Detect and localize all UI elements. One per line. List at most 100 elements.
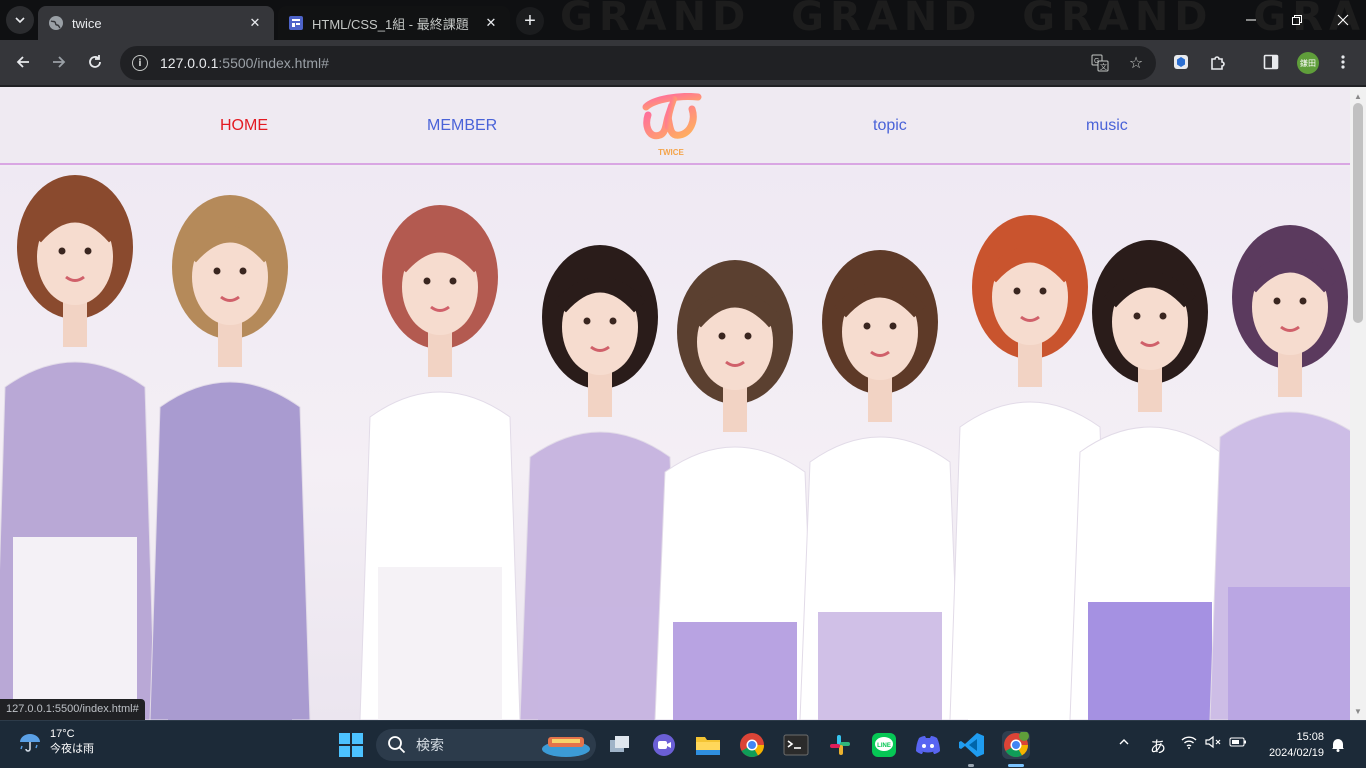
discord-icon[interactable]	[914, 731, 942, 759]
member-skirt	[378, 567, 502, 720]
nav-link-member[interactable]: MEMBER	[427, 117, 497, 135]
close-tab-icon[interactable]: ✕	[246, 14, 264, 32]
member-skirt	[673, 622, 797, 720]
tab-title: HTML/CSS_1組 - 最終課題	[312, 16, 469, 32]
member-skirt	[1228, 587, 1350, 720]
system-clock[interactable]: 15:08 2024/02/19	[1258, 729, 1324, 761]
notification-bell-icon[interactable]	[1331, 737, 1345, 755]
member-eye	[1013, 287, 1021, 295]
member-eye	[1133, 312, 1141, 320]
member-eye	[718, 332, 726, 340]
nav-link-topic[interactable]: topic	[873, 117, 907, 135]
logo-wordmark: TWICE	[658, 148, 684, 157]
weather-widget[interactable]: 17°C 今夜は雨	[18, 727, 94, 757]
search-highlight-illustration-icon	[542, 737, 590, 757]
umbrella-rain-icon	[20, 734, 40, 752]
terminal-icon[interactable]	[782, 731, 810, 759]
wifi-icon[interactable]	[1181, 735, 1197, 752]
side-panel-button[interactable]	[1256, 47, 1286, 77]
more-vertical-icon	[1341, 55, 1345, 69]
member-eye	[863, 322, 871, 330]
taskbar-search[interactable]: 検索	[376, 729, 596, 761]
clock-time: 15:08	[1296, 731, 1324, 743]
weather-description: 今夜は雨	[50, 743, 94, 755]
active-indicator	[1008, 764, 1024, 767]
extension-hex-icon	[1174, 55, 1188, 69]
extension-button[interactable]	[1166, 47, 1196, 77]
translate-icon[interactable]: G文	[1090, 53, 1110, 73]
scroll-down-arrow[interactable]: ▼	[1350, 704, 1366, 718]
reload-icon	[89, 55, 101, 68]
tab-html-css[interactable]: HTML/CSS_1組 - 最終課題 ✕	[278, 6, 510, 40]
chrome-active-window-icon[interactable]	[1002, 731, 1030, 759]
member-eye	[744, 332, 752, 340]
svg-text:文: 文	[1100, 62, 1107, 71]
minimize-icon	[1246, 19, 1256, 21]
address-bar[interactable]: i 127.0.0.1:5500/index.html# G文 ☆	[120, 46, 1156, 80]
svg-text:LINE: LINE	[877, 743, 891, 749]
member-skirt	[1088, 602, 1212, 720]
nav-link-home[interactable]: HOME	[220, 117, 268, 135]
extensions-menu-button[interactable]	[1203, 47, 1233, 77]
member-eye	[609, 317, 617, 325]
slack-icon[interactable]	[826, 731, 854, 759]
speaker-muted-icon[interactable]	[1205, 735, 1221, 752]
search-icon	[388, 736, 406, 754]
site-info-icon[interactable]: i	[132, 55, 148, 71]
page-scrollbar[interactable]: ▲ ▼	[1350, 87, 1366, 720]
task-view-icon[interactable]	[606, 731, 634, 759]
tab-search-button[interactable]	[6, 6, 34, 34]
browser-menu-button[interactable]	[1328, 47, 1358, 77]
tab-strip: GRAND GRAND GRAND GRAND twice ✕ HTML/CSS…	[0, 0, 1366, 40]
video-call-app-icon[interactable]	[650, 731, 678, 759]
page-viewport: HOME MEMBER TWICE topic music	[0, 87, 1350, 720]
close-tab-icon[interactable]: ✕	[482, 14, 500, 32]
line-app-icon[interactable]: LINE	[870, 731, 898, 759]
reload-button[interactable]	[80, 47, 110, 77]
restore-icon	[1292, 15, 1302, 25]
search-placeholder: 検索	[416, 737, 444, 753]
forward-button[interactable]	[44, 47, 74, 77]
scrollbar-thumb[interactable]	[1353, 103, 1363, 323]
hero-image	[0, 167, 1350, 720]
new-tab-button[interactable]: +	[516, 7, 544, 35]
member-eye	[423, 277, 431, 285]
globe-icon	[48, 15, 64, 31]
browser-toolbar: i 127.0.0.1:5500/index.html# G文 ☆	[0, 40, 1366, 86]
member-skirt	[538, 607, 662, 720]
back-arrow-icon	[16, 56, 29, 68]
member-eye	[213, 267, 221, 275]
member-eye	[84, 247, 92, 255]
member-eye	[449, 277, 457, 285]
member-eye	[1299, 297, 1307, 305]
show-hidden-icons-chevron-icon[interactable]	[1118, 735, 1130, 751]
vscode-icon[interactable]	[958, 731, 986, 759]
file-explorer-icon[interactable]	[694, 731, 722, 759]
member-eye	[1273, 297, 1281, 305]
member-eye	[58, 247, 66, 255]
windows-start-icon[interactable]	[338, 732, 364, 758]
member-skirt	[13, 537, 137, 720]
member-skirt	[168, 557, 292, 720]
back-button[interactable]	[8, 47, 38, 77]
close-window-button[interactable]	[1320, 0, 1366, 40]
battery-icon[interactable]	[1229, 735, 1247, 751]
tab-title: twice	[72, 15, 102, 31]
ime-indicator[interactable]: あ	[1150, 733, 1166, 757]
chrome-icon[interactable]	[738, 731, 766, 759]
twice-logo[interactable]: TWICE	[640, 93, 702, 159]
nav-link-music[interactable]: music	[1086, 117, 1128, 135]
minimize-button[interactable]	[1228, 0, 1274, 40]
tab-twice[interactable]: twice ✕	[38, 6, 274, 40]
side-panel-icon	[1263, 54, 1279, 70]
profile-avatar[interactable]: 鎌田	[1297, 52, 1319, 74]
member-eye	[239, 267, 247, 275]
member-eye	[583, 317, 591, 325]
member-eye	[1159, 312, 1167, 320]
svg-text:G: G	[1094, 58, 1099, 65]
url-text[interactable]: 127.0.0.1:5500/index.html#	[160, 55, 329, 71]
restore-button[interactable]	[1274, 0, 1320, 40]
bookmark-star-icon[interactable]: ☆	[1126, 53, 1146, 73]
scroll-up-arrow[interactable]: ▲	[1350, 89, 1366, 103]
weather-temperature: 17°C	[50, 728, 75, 740]
